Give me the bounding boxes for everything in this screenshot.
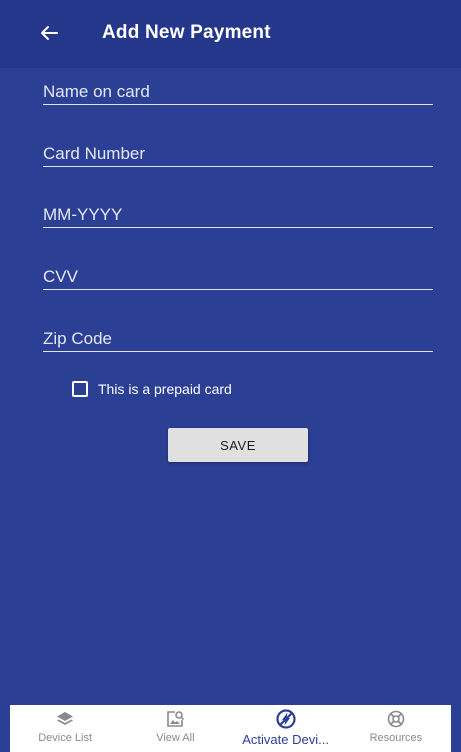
arrow-left-icon	[41, 26, 58, 40]
zip-code-input[interactable]	[43, 329, 433, 349]
expiry-input[interactable]	[43, 205, 433, 225]
nav-item-resources[interactable]: Resources	[341, 705, 451, 752]
save-button[interactable]: SAVE	[168, 428, 308, 462]
nav-label-device-list: Device List	[38, 732, 93, 744]
expiry-field	[43, 187, 433, 228]
nav-item-view-all[interactable]: View All	[120, 705, 230, 752]
payment-screen: Add New Payment This is a prepaid card S…	[0, 0, 461, 752]
nav-item-device-list[interactable]: Device List	[10, 705, 120, 752]
card-number-input[interactable]	[43, 144, 433, 164]
bottom-navigation: Device List View All Activate Devi... Re…	[10, 705, 451, 752]
nav-label-activate-device: Activate Devi...	[242, 732, 329, 747]
name-on-card-field	[43, 64, 433, 105]
name-on-card-input[interactable]	[43, 82, 433, 102]
prepaid-checkbox-row[interactable]: This is a prepaid card	[72, 381, 232, 397]
nav-label-view-all: View All	[156, 732, 195, 744]
cvv-input[interactable]	[43, 267, 433, 287]
prepaid-label: This is a prepaid card	[98, 381, 232, 397]
image-search-icon	[164, 708, 186, 730]
layers-icon	[54, 708, 76, 730]
prepaid-checkbox[interactable]	[72, 381, 88, 397]
cvv-field	[43, 249, 433, 290]
zip-code-field	[43, 311, 433, 352]
back-button[interactable]	[36, 20, 62, 46]
lightning-icon	[275, 708, 297, 730]
nav-label-resources: Resources	[369, 732, 423, 744]
lifebuoy-icon	[385, 708, 407, 730]
app-bar: Add New Payment	[0, 0, 461, 68]
card-number-field	[43, 126, 433, 167]
page-title: Add New Payment	[102, 22, 271, 43]
nav-item-activate-device[interactable]: Activate Devi...	[231, 705, 341, 752]
